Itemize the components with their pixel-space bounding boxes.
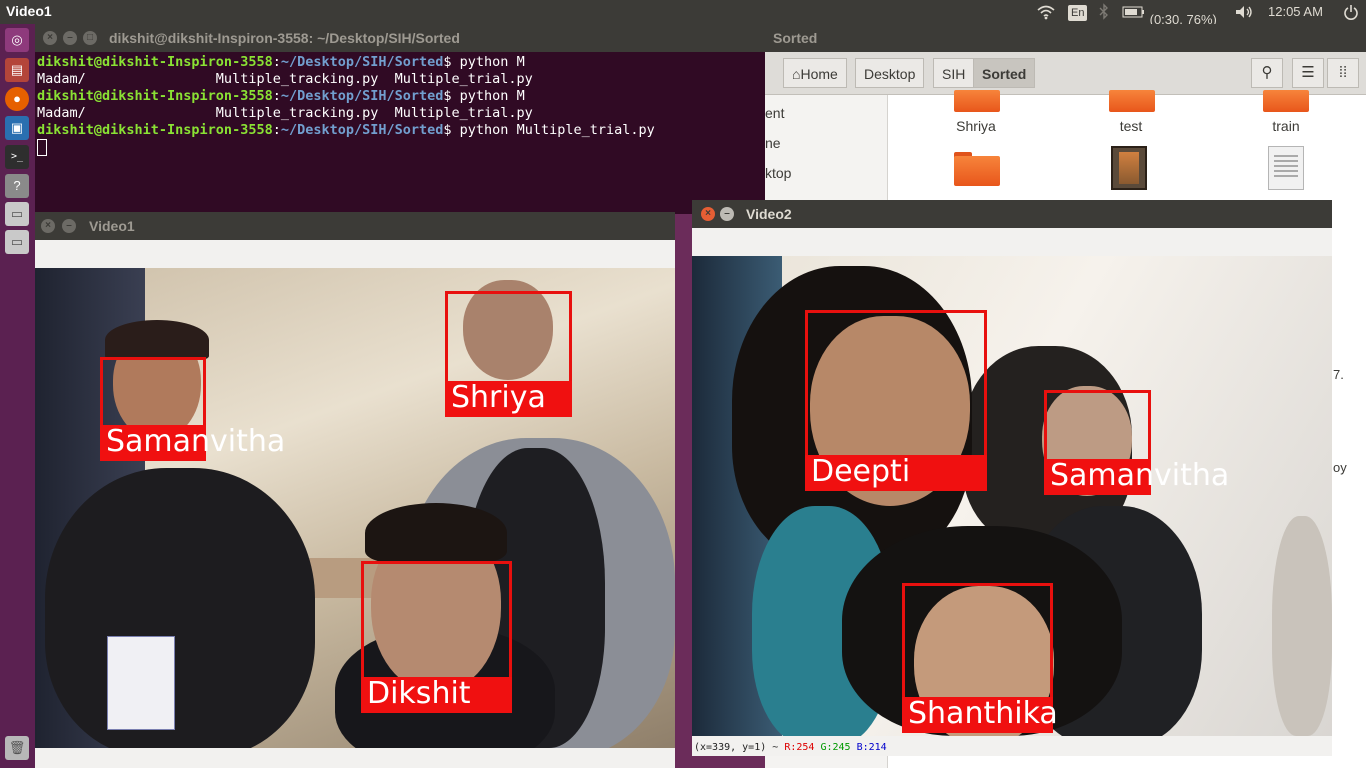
battery-icon xyxy=(1122,6,1144,18)
text-cursor xyxy=(37,139,47,156)
video-file-icon[interactable] xyxy=(1111,146,1147,190)
prompt-path: ~/Desktop/SIH/Sorted xyxy=(280,54,444,70)
folder-icon[interactable] xyxy=(1109,90,1155,112)
folder-label-test[interactable]: test xyxy=(1081,118,1181,134)
text-file-icon[interactable] xyxy=(1268,146,1304,190)
breadcrumb-sorted[interactable]: Sorted xyxy=(973,58,1036,88)
command-output: Madam/ Multiple_tracking.py Multiple_tri… xyxy=(37,105,533,121)
prompt-path: ~/Desktop/SIH/Sorted xyxy=(280,122,444,138)
command-text: python Multiple_trial.py xyxy=(459,122,655,138)
terminal-line: Madam/ Multiple_tracking.py Multiple_tri… xyxy=(37,71,655,88)
keyboard-layout-indicator[interactable]: En xyxy=(1068,0,1088,24)
power-icon[interactable] xyxy=(1343,0,1359,24)
folder-icon[interactable] xyxy=(1263,90,1309,112)
command-text: python M xyxy=(459,88,525,104)
close-icon[interactable]: × xyxy=(43,31,57,45)
terminal-line: Madam/ Multiple_tracking.py Multiple_tri… xyxy=(37,105,655,122)
bluetooth-icon[interactable] xyxy=(1098,0,1110,24)
face-name-label: Shriya xyxy=(445,381,572,417)
breadcrumb-sih[interactable]: SIH xyxy=(933,58,975,88)
trash-icon[interactable]: 🗑 xyxy=(5,736,29,760)
prompt-user: dikshit@dikshit-Inspiron-3558 xyxy=(37,54,273,70)
volume-icon[interactable] xyxy=(1234,0,1254,24)
close-icon[interactable]: × xyxy=(701,207,715,221)
wifi-icon[interactable] xyxy=(1036,0,1056,24)
face-name-label: Samanvitha xyxy=(1044,459,1229,495)
terminal-cursor-line xyxy=(37,139,655,158)
list-view-icon[interactable]: ☰ xyxy=(1292,58,1324,88)
status-green: G:245 xyxy=(820,742,851,753)
search-icon[interactable]: ⚲ xyxy=(1251,58,1283,88)
video2-titlebar[interactable]: × – Video2 xyxy=(692,200,1332,228)
face-name-label: Dikshit xyxy=(361,677,512,713)
folder-label-train[interactable]: train xyxy=(1236,118,1336,134)
video2-frame[interactable]: Deepti Samanvitha Shanthika xyxy=(692,256,1332,736)
face-name-label: Samanvitha xyxy=(100,425,285,461)
prompt-user: dikshit@dikshit-Inspiron-3558 xyxy=(37,122,273,138)
prompt-path: ~/Desktop/SIH/Sorted xyxy=(280,88,444,104)
video1-titlebar[interactable]: × – Video1 xyxy=(35,212,675,240)
video2-window[interactable]: × – Video2 Deepti Samanvitha Shanthika (x=… xyxy=(692,200,1332,756)
app-icon[interactable]: ▣ xyxy=(5,116,29,140)
sidebar-item-desktop[interactable]: ktop xyxy=(765,165,791,181)
lang-label: En xyxy=(1068,5,1088,21)
file-manager-title: Sorted xyxy=(773,30,818,46)
ubuntu-icon[interactable]: ◎ xyxy=(5,28,29,52)
drive-icon[interactable]: ▭ xyxy=(5,202,29,226)
breadcrumb-label: Home xyxy=(800,66,838,82)
launcher: ◎ ▤ ● ▣ >_ ? ▭ ▭ 🗑 xyxy=(0,24,35,768)
video1-window[interactable]: × – Video1 Samanvitha Shriya Dikshit xyxy=(35,212,675,768)
minimize-icon[interactable]: – xyxy=(720,207,734,221)
face-name-label: Shanthika xyxy=(902,697,1058,733)
folder-icon[interactable] xyxy=(954,152,1000,186)
file-manager-toolbar: ⌂Home Desktop SIH Sorted ⚲ ☰ ⁞⁞ xyxy=(765,52,1366,95)
file-manager-titlebar[interactable]: Sorted xyxy=(765,24,1366,52)
firefox-icon[interactable]: ● xyxy=(5,87,29,111)
breadcrumb-desktop[interactable]: Desktop xyxy=(855,58,925,88)
terminal-output[interactable]: dikshit@dikshit-Inspiron-3558:~/Desktop/… xyxy=(37,54,655,158)
terminal-line: dikshit@dikshit-Inspiron-3558:~/Desktop/… xyxy=(37,122,655,138)
video1-title: Video1 xyxy=(89,218,135,234)
help-icon[interactable]: ? xyxy=(5,174,29,198)
terminal-icon[interactable]: >_ xyxy=(5,145,29,169)
clock[interactable]: 12:05 AM xyxy=(1268,0,1323,24)
face-name-label: Deepti xyxy=(805,455,987,491)
partial-text: oy xyxy=(1333,460,1347,475)
close-icon[interactable]: × xyxy=(41,219,55,233)
minimize-icon[interactable]: – xyxy=(63,31,77,45)
status-blue: B:214 xyxy=(856,742,887,753)
grid-view-icon[interactable]: ⁞⁞ xyxy=(1327,58,1359,88)
battery-indicator[interactable]: (0:30, 76%) xyxy=(1122,0,1217,27)
sidebar-item-home[interactable]: ne xyxy=(765,135,781,151)
video2-toolbar xyxy=(692,228,1332,256)
video1-frame[interactable]: Samanvitha Shriya Dikshit xyxy=(35,268,675,748)
terminal-line: dikshit@dikshit-Inspiron-3558:~/Desktop/… xyxy=(37,54,525,70)
video2-title: Video2 xyxy=(746,206,792,222)
active-app-title: Video1 xyxy=(6,3,52,19)
prompt-user: dikshit@dikshit-Inspiron-3558 xyxy=(37,88,273,104)
id-badge xyxy=(107,636,175,730)
drive-icon[interactable]: ▭ xyxy=(5,230,29,254)
terminal-title: dikshit@dikshit-Inspiron-3558: ~/Desktop… xyxy=(109,30,460,46)
folder-label-shriya[interactable]: Shriya xyxy=(926,118,1026,134)
status-coords: (x=339, y=1) ~ xyxy=(694,742,785,753)
folder-icon[interactable] xyxy=(954,90,1000,112)
video1-toolbar xyxy=(35,240,675,268)
command-text: python M xyxy=(459,54,525,70)
status-red: R:254 xyxy=(784,742,815,753)
command-output: Madam/ Multiple_tracking.py Multiple_tri… xyxy=(37,71,533,87)
terminal-titlebar[interactable]: × – □ dikshit@dikshit-Inspiron-3558: ~/D… xyxy=(35,24,765,52)
top-panel: Video1 En (0:30, 76%) 12:05 AM xyxy=(0,0,1366,27)
minimize-icon[interactable]: – xyxy=(62,219,76,233)
breadcrumb-home[interactable]: ⌂Home xyxy=(783,58,847,88)
terminal-line: dikshit@dikshit-Inspiron-3558:~/Desktop/… xyxy=(37,88,525,104)
terminal-window[interactable]: × – □ dikshit@dikshit-Inspiron-3558: ~/D… xyxy=(35,24,765,214)
maximize-icon[interactable]: □ xyxy=(83,31,97,45)
sidebar-item-recent[interactable]: ent xyxy=(765,105,784,121)
partial-text: 7. xyxy=(1333,367,1344,382)
pixel-status-bar: (x=339, y=1) ~ R:254 G:245 B:214 xyxy=(694,742,887,753)
files-icon[interactable]: ▤ xyxy=(5,58,29,82)
